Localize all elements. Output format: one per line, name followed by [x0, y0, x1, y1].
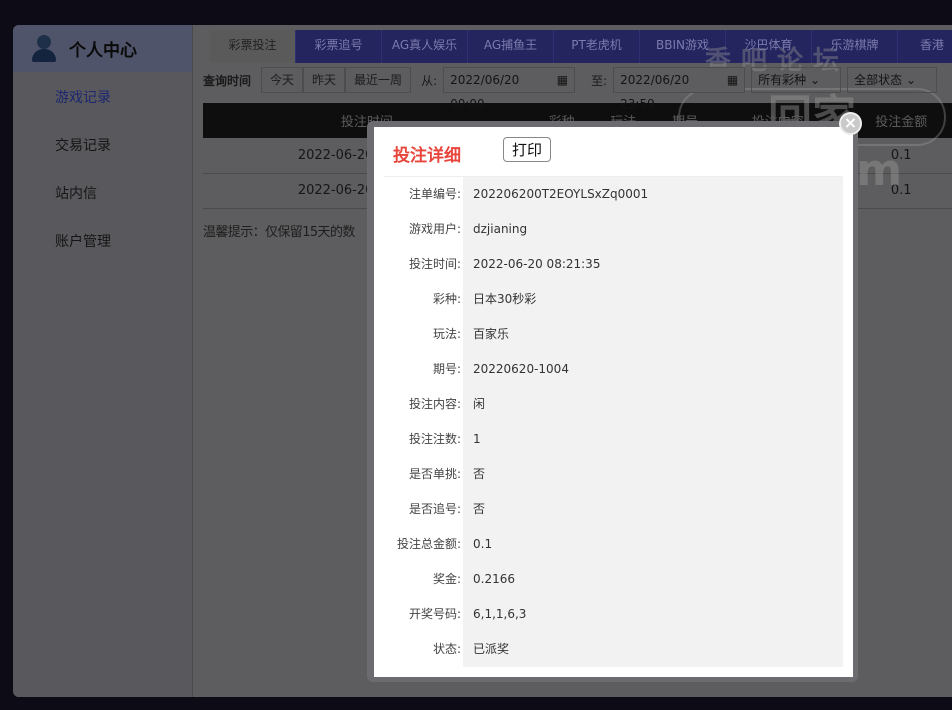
- tab-label: PT老虎机: [571, 38, 622, 52]
- sidebar-item-account[interactable]: 账户管理: [13, 218, 192, 266]
- detail-row: 奖金: 0.2166: [384, 562, 843, 597]
- sidebar-item-game-records[interactable]: 游戏记录: [13, 74, 192, 122]
- detail-label: 投注内容:: [384, 387, 463, 422]
- detail-label: 是否单挑:: [384, 457, 463, 492]
- sidebar-header: 个人中心: [13, 25, 192, 72]
- tab-lottery-chase[interactable]: 彩票追号: [296, 30, 382, 63]
- detail-row: 开奖号码: 6,1,1,6,3: [384, 597, 843, 632]
- tab-label: 沙巴体育: [744, 38, 793, 52]
- tab-saba-sports[interactable]: 沙巴体育: [726, 30, 812, 63]
- detail-label: 投注注数:: [384, 422, 463, 457]
- detail-fields: 注单编号: 202206200T2EOYLSxZq0001 游戏用户: dzjiani…: [384, 176, 843, 667]
- detail-value: 已派奖: [463, 632, 843, 667]
- detail-row: 游戏用户: dzjianing: [384, 212, 843, 247]
- detail-row: 投注总金额: 0.1: [384, 527, 843, 562]
- tab-label: AG捕鱼王: [483, 38, 538, 52]
- detail-label: 状态:: [384, 632, 463, 667]
- calendar-icon[interactable]: ▦: [557, 68, 568, 92]
- detail-row: 投注内容: 闲: [384, 387, 843, 422]
- query-time-label: 查询时间: [203, 73, 252, 88]
- detail-label: 注单编号:: [384, 177, 463, 212]
- bet-detail-modal: 投注详细 打印 注单编号: 202206200T2EOYLSxZq0001 游戏用户…: [374, 127, 853, 677]
- detail-label: 是否追号:: [384, 492, 463, 527]
- detail-row: 投注时间: 2022-06-20 08:21:35: [384, 247, 843, 282]
- tab-leyou-chess[interactable]: 乐游棋牌: [812, 30, 898, 63]
- to-label: 至:: [591, 73, 608, 88]
- tab-label: AG真人娱乐: [391, 38, 458, 52]
- yesterday-button[interactable]: 昨天: [303, 67, 346, 93]
- from-date-input[interactable]: 2022/06/20 00:00 ▦: [443, 67, 576, 111]
- tab-label: 彩票追号: [314, 38, 363, 52]
- tab-ag-live[interactable]: AG真人娱乐: [382, 30, 468, 63]
- to-date-input[interactable]: 2022/06/20 23:59 ▦: [613, 67, 746, 111]
- detail-value: 0.2166: [463, 562, 843, 597]
- detail-value: dzjianing: [463, 212, 843, 247]
- tab-label: BBIN游戏: [656, 38, 709, 52]
- detail-value: 否: [463, 457, 843, 492]
- detail-label: 投注时间:: [384, 247, 463, 282]
- column-header-label: 投注金额: [875, 115, 928, 130]
- tab-pt-slots[interactable]: PT老虎机: [554, 30, 640, 63]
- detail-row: 玩法: 百家乐: [384, 317, 843, 352]
- tab-label: 彩票投注: [228, 38, 277, 52]
- user-icon: [31, 34, 57, 63]
- chevron-down-icon: ⌄: [810, 73, 821, 87]
- detail-value: 6,1,1,6,3: [463, 597, 843, 632]
- detail-value: 日本30秒彩: [463, 282, 843, 317]
- detail-label: 游戏用户:: [384, 212, 463, 247]
- detail-label: 投注总金额:: [384, 527, 463, 562]
- detail-value: 否: [463, 492, 843, 527]
- sidebar-item-messages[interactable]: 站内信: [13, 170, 192, 218]
- detail-value: 20220620-1004: [463, 352, 843, 387]
- tab-hk[interactable]: 香港: [898, 30, 952, 63]
- status-select[interactable]: 全部状态 ⌄: [847, 67, 938, 93]
- sidebar: 个人中心 游戏记录 交易记录 站内信 账户管理: [13, 25, 193, 697]
- detail-row: 状态: 已派奖: [384, 632, 843, 667]
- calendar-icon[interactable]: ▦: [727, 68, 738, 92]
- detail-label: 期号:: [384, 352, 463, 387]
- status-select-value: 全部状态: [854, 73, 903, 87]
- game-tabs: 彩票投注 彩票追号 AG真人娱乐 AG捕鱼王 PT老虎机 BBIN游戏 沙巴体育…: [210, 30, 952, 63]
- lottery-select-value: 所有彩种: [758, 73, 807, 87]
- print-button[interactable]: 打印: [503, 137, 552, 162]
- tab-label: 乐游棋牌: [830, 38, 879, 52]
- tab-ag-fishing[interactable]: AG捕鱼王: [468, 30, 554, 63]
- detail-value: 2022-06-20 08:21:35: [463, 247, 843, 282]
- from-label: 从:: [421, 73, 438, 88]
- detail-value: 闲: [463, 387, 843, 422]
- last-week-button[interactable]: 最近一周: [345, 67, 412, 93]
- filter-bar: 查询时间 今天 昨天 最近一周 从: 2022/06/20 00:00 ▦ 至: …: [203, 63, 952, 111]
- chevron-down-icon: ⌄: [906, 73, 917, 87]
- tab-bbin[interactable]: BBIN游戏: [640, 30, 726, 63]
- sidebar-title: 个人中心: [69, 41, 137, 61]
- lottery-select[interactable]: 所有彩种 ⌄: [751, 67, 842, 93]
- from-date-value: 2022/06/20 00:00: [450, 73, 520, 111]
- detail-value: 0.1: [463, 527, 843, 562]
- detail-row: 投注注数: 1: [384, 422, 843, 457]
- detail-label: 奖金:: [384, 562, 463, 597]
- detail-value: 1: [463, 422, 843, 457]
- tab-lottery-bets[interactable]: 彩票投注: [210, 30, 296, 63]
- detail-label: 开奖号码:: [384, 597, 463, 632]
- detail-label: 彩种:: [384, 282, 463, 317]
- sidebar-item-transactions[interactable]: 交易记录: [13, 122, 192, 170]
- detail-row: 是否单挑: 否: [384, 457, 843, 492]
- detail-row: 彩种: 日本30秒彩: [384, 282, 843, 317]
- detail-label: 玩法:: [384, 317, 463, 352]
- modal-title: 投注详细: [393, 146, 461, 166]
- today-button[interactable]: 今天: [261, 67, 304, 93]
- tab-label: 香港: [920, 38, 945, 52]
- detail-value: 百家乐: [463, 317, 843, 352]
- detail-value: 202206200T2EOYLSxZq0001: [463, 177, 843, 212]
- detail-row: 期号: 20220620-1004: [384, 352, 843, 387]
- detail-row: 是否追号: 否: [384, 492, 843, 527]
- to-date-value: 2022/06/20 23:59: [620, 73, 690, 111]
- detail-row: 注单编号: 202206200T2EOYLSxZq0001: [384, 177, 843, 212]
- close-icon[interactable]: ×: [839, 112, 862, 135]
